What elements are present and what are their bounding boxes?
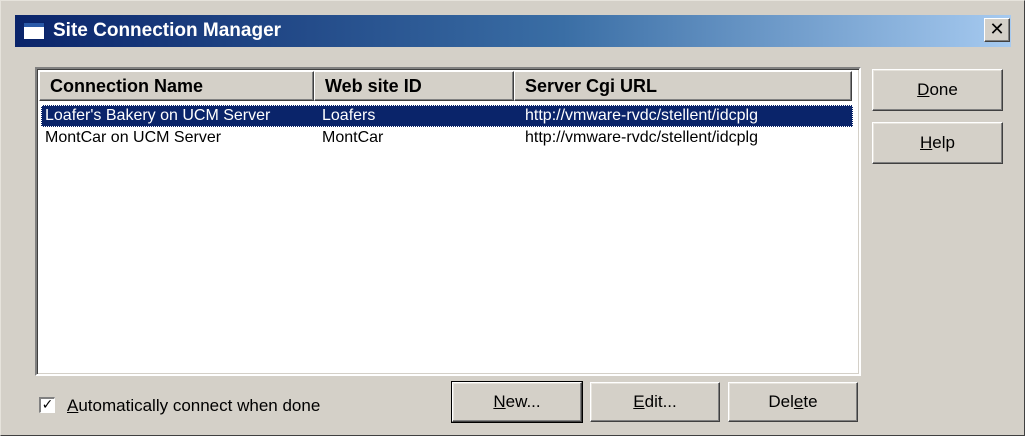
edit-button[interactable]: Edit...	[590, 382, 720, 422]
cell-web-site-id: Loafers	[322, 107, 376, 124]
list-rows: Loafer's Bakery on UCM Server Loafers ht…	[41, 105, 853, 149]
table-row[interactable]: Loafer's Bakery on UCM Server Loafers ht…	[41, 105, 853, 127]
delete-label-start: Del	[768, 392, 794, 411]
table-row[interactable]: MontCar on UCM Server MontCar http://vmw…	[41, 127, 853, 149]
list-header: Connection Name Web site ID Server Cgi U…	[39, 71, 859, 101]
edit-mnemonic: E	[633, 392, 645, 411]
checkmark-icon: ✓	[41, 397, 54, 413]
connection-list[interactable]: Connection Name Web site ID Server Cgi U…	[35, 67, 861, 376]
title-bar[interactable]: Site Connection Manager	[15, 15, 1011, 47]
column-header-web-site-id[interactable]: Web site ID	[314, 71, 514, 101]
auto-connect-checkbox[interactable]: ✓	[39, 397, 55, 413]
dialog-window: Site Connection Manager ✕ Connection Nam…	[0, 0, 1025, 436]
new-label: ew...	[505, 392, 541, 411]
auto-connect-label[interactable]: Automatically connect when done	[67, 394, 320, 418]
delete-mnemonic: e	[793, 392, 804, 411]
column-header-server-cgi-url[interactable]: Server Cgi URL	[514, 71, 852, 101]
auto-connect-text: utomatically connect when done	[78, 396, 321, 415]
delete-button[interactable]: Delete	[728, 382, 858, 422]
close-button[interactable]: ✕	[984, 18, 1010, 42]
edit-label: dit...	[644, 392, 677, 411]
cell-server-cgi-url: http://vmware-rvdc/stellent/idcplg	[525, 107, 758, 124]
auto-connect-mnemonic: A	[67, 396, 79, 415]
new-button[interactable]: New...	[451, 381, 583, 423]
window-title: Site Connection Manager	[53, 20, 282, 41]
cell-connection-name: MontCar on UCM Server	[45, 129, 222, 146]
cell-server-cgi-url: http://vmware-rvdc/stellent/idcplg	[525, 129, 758, 146]
close-icon: ✕	[989, 19, 1005, 40]
done-button[interactable]: Done	[872, 69, 1003, 111]
window-icon	[23, 22, 45, 40]
help-button[interactable]: Help	[872, 122, 1003, 164]
new-mnemonic: N	[493, 392, 506, 411]
column-header-connection-name[interactable]: Connection Name	[39, 71, 314, 101]
done-label: one	[929, 80, 958, 99]
done-mnemonic: D	[917, 80, 930, 99]
help-label: elp	[932, 133, 955, 152]
delete-label-end: te	[803, 392, 818, 411]
cell-web-site-id: MontCar	[322, 129, 384, 146]
cell-connection-name: Loafer's Bakery on UCM Server	[45, 107, 271, 124]
help-mnemonic: H	[920, 133, 933, 152]
